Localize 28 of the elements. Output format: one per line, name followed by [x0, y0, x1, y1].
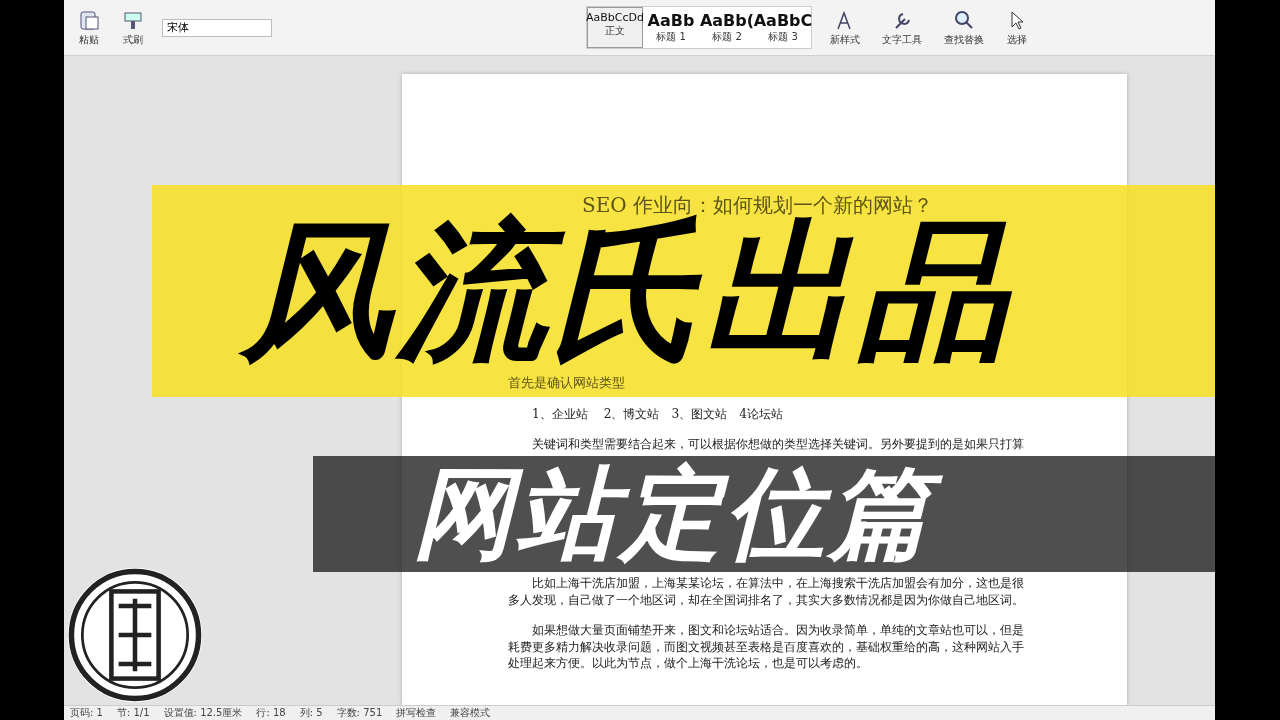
- format-painter-button[interactable]: 式刷: [118, 6, 148, 49]
- status-item: 节: 1/1: [116, 706, 150, 720]
- paste-button[interactable]: 粘贴: [74, 6, 104, 49]
- status-item: 拼写检查: [396, 706, 437, 720]
- style-option[interactable]: AaBbC 标题 3: [755, 7, 811, 48]
- status-item: 字数: 751: [336, 706, 383, 720]
- paragraph: 比如上海干洗店加盟，上海某某论坛，在算法中，在上海搜索干洗店加盟会有加分，这也是很多人发现，自己做了一个地区词，却在全国词排名了，其实大多数情况都是因为你做自己地区词。: [508, 575, 1026, 609]
- list-line: 1、企业站 2、博文站 3、图文站 4论坛站: [532, 405, 784, 422]
- section-heading: 首先是确认网站类型: [508, 374, 626, 392]
- toolbar-button[interactable]: 文字工具: [878, 6, 926, 49]
- paragraph: 关键词和类型需要结合起来，可以根据你想做的类型选择关键词。另外要提到的是如果只打算: [531, 436, 1026, 453]
- status-item: 列: 5: [299, 706, 323, 720]
- search-icon: [953, 8, 975, 31]
- toolbar-button[interactable]: 选择: [1002, 6, 1032, 49]
- font-field[interactable]: 宋体: [162, 18, 272, 37]
- style-option[interactable]: AaBb 标题 1: [643, 7, 699, 48]
- toolbar-button[interactable]: 查找替换: [940, 6, 988, 49]
- style-option[interactable]: AaBb( 标题 2: [699, 7, 755, 48]
- status-item: 兼容模式: [450, 706, 491, 720]
- seal-logo-icon: [66, 566, 204, 704]
- status-item: 页码: 1: [70, 706, 103, 720]
- status-item: 设置值: 12.5厘米: [163, 706, 243, 720]
- style-option[interactable]: AaBbCcDd 正文: [587, 7, 643, 48]
- clipboard-icon: [78, 8, 100, 31]
- toolbar-button[interactable]: 新样式: [826, 6, 864, 49]
- title-banner: 网站定位篇: [313, 456, 1215, 572]
- paragraph: 如果想做大量页面铺垫开来，图文和论坛站适合。因为收录简单，单纯的文章站也可以，但是耗费更多精力解决收录问题，而图文视频甚至表格是百度喜欢的，基础权重给的高，这种网站入手处理起来方便。以此为节点，做个上海干洗论坛，也是可以考虑的。: [508, 622, 1026, 672]
- status-item: 行: 18: [256, 706, 286, 720]
